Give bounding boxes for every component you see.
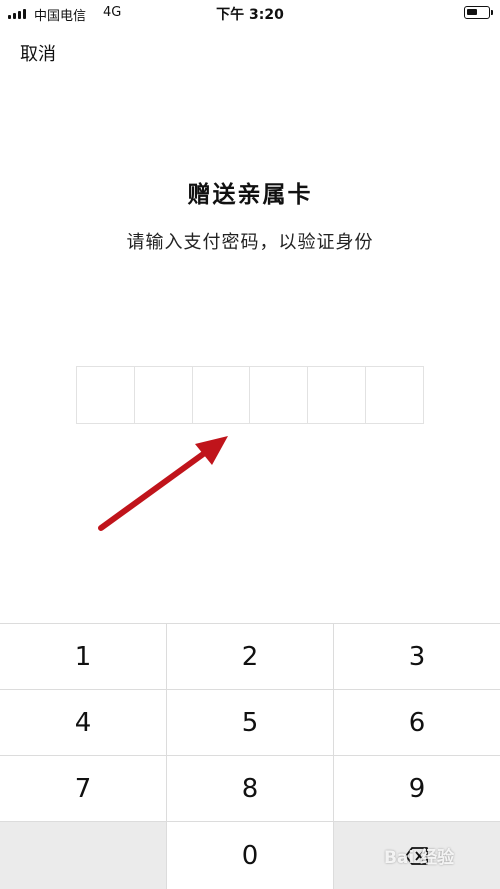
- key-5[interactable]: 5: [167, 690, 334, 756]
- key-9[interactable]: 9: [334, 756, 500, 822]
- key-blank: [0, 822, 167, 889]
- key-1[interactable]: 1: [0, 624, 167, 690]
- key-7[interactable]: 7: [0, 756, 167, 822]
- key-6[interactable]: 6: [334, 690, 500, 756]
- key-2[interactable]: 2: [167, 624, 334, 690]
- key-3[interactable]: 3: [334, 624, 500, 690]
- key-4[interactable]: 4: [0, 690, 167, 756]
- key-8[interactable]: 8: [167, 756, 334, 822]
- key-0[interactable]: 0: [167, 822, 334, 889]
- watermark: Bai 经验: [384, 848, 455, 868]
